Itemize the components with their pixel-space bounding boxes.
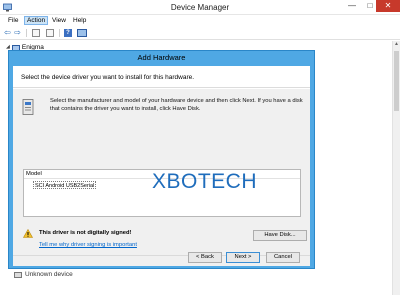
window-titlebar: Device Manager — □ ✕ [0, 0, 400, 15]
toolbar: ⇦ ⇨ ? [0, 26, 400, 40]
model-list-item[interactable]: SCI Android USB2Serial [33, 181, 97, 189]
scrollbar-thumb[interactable] [394, 51, 399, 111]
tree-item-unknown-device[interactable]: Unknown device [14, 270, 73, 279]
hardware-install-icon [22, 99, 34, 115]
add-hardware-dialog: Add Hardware Select the device driver yo… [8, 50, 315, 269]
unsigned-driver-warning: This driver is not digitally signed! [39, 230, 132, 236]
menu-view[interactable]: View [50, 16, 68, 25]
close-button[interactable]: ✕ [376, 0, 400, 12]
back-arrow-icon[interactable]: ⇦ [3, 28, 12, 38]
tree-item-label: Unknown device [25, 271, 73, 278]
back-button[interactable]: < Back [188, 252, 222, 263]
dialog-heading: Select the device driver you want to ins… [21, 74, 195, 81]
menu-help[interactable]: Help [71, 16, 88, 25]
vertical-scrollbar[interactable]: ▲ [392, 41, 400, 295]
toolbar-separator [26, 29, 27, 37]
next-button[interactable]: Next > [226, 252, 260, 263]
dialog-header: Select the device driver you want to ins… [13, 66, 310, 88]
toolbar-separator [59, 29, 60, 37]
scroll-up-icon[interactable]: ▲ [393, 41, 400, 49]
dialog-title: Add Hardware [137, 53, 186, 62]
list-icon[interactable] [46, 29, 54, 37]
menu-action[interactable]: Action [24, 16, 49, 25]
have-disk-button[interactable]: Have Disk... [253, 230, 307, 241]
monitor-icon[interactable] [77, 29, 87, 37]
cancel-button[interactable]: Cancel [266, 252, 300, 263]
warning-icon [23, 229, 33, 238]
dialog-body: Select the device driver you want to ins… [13, 66, 310, 266]
minimize-button[interactable]: — [343, 0, 361, 12]
watermark-text: XBOTECH [152, 170, 258, 193]
dialog-instructions: Select the manufacturer and model of you… [50, 98, 303, 112]
unknown-device-icon [14, 271, 22, 278]
menu-file[interactable]: File [6, 16, 20, 25]
forward-arrow-icon[interactable]: ⇨ [13, 28, 22, 38]
help-icon[interactable]: ? [64, 29, 72, 37]
window-title: Device Manager [170, 3, 230, 12]
properties-icon[interactable] [32, 29, 40, 37]
driver-signing-link[interactable]: Tell me why driver signing is important [39, 241, 137, 249]
menu-bar: File Action View Help [0, 15, 400, 26]
